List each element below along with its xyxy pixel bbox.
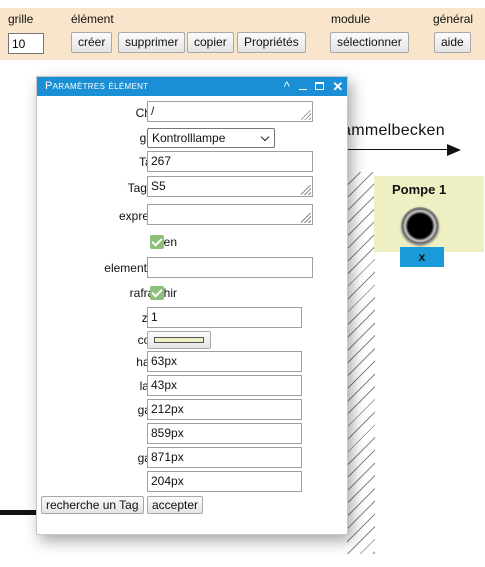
control-lamp-icon[interactable] xyxy=(401,207,439,245)
tag-id-field[interactable]: 267 xyxy=(147,151,313,172)
color-picker-button[interactable] xyxy=(147,331,211,349)
help-button[interactable]: aide xyxy=(434,32,471,53)
module-group-label: module xyxy=(331,12,371,26)
accept-button[interactable]: accepter xyxy=(147,496,204,514)
minimize-icon[interactable] xyxy=(296,77,310,96)
maximize-icon[interactable] xyxy=(313,77,327,96)
dialog-title: Paramètres élément xyxy=(45,80,149,92)
zindex-value: 1 xyxy=(151,310,158,324)
grid-size-input[interactable] xyxy=(8,33,44,54)
largeur-value: 43px xyxy=(151,378,178,392)
delete-button[interactable]: supprimer xyxy=(118,32,186,53)
sammelbecken-label: ammelbecken xyxy=(342,122,445,139)
resize-grip-icon[interactable] xyxy=(301,213,311,223)
lien-checkbox[interactable] xyxy=(150,235,164,249)
select-module-button[interactable]: sélectionner xyxy=(330,32,409,53)
chemin-field[interactable]: / xyxy=(147,101,313,122)
rafraichir-checkbox[interactable] xyxy=(150,286,164,300)
pump-element[interactable]: Pompe 1 xyxy=(374,176,484,252)
element-parameters-dialog: Paramètres élément ^ ✕ Chemin / groupe K… xyxy=(36,76,348,535)
gauche-2-value: 871px xyxy=(151,450,184,464)
properties-button[interactable]: Propriétés xyxy=(237,32,306,53)
zindex-field[interactable]: 1 xyxy=(147,307,302,328)
elementname-field[interactable] xyxy=(147,257,313,278)
tagname-field[interactable]: S5 xyxy=(147,176,313,197)
haut-2-value: 204px xyxy=(151,474,184,488)
search-tag-button[interactable]: recherche un Tag xyxy=(41,496,144,514)
close-icon[interactable]: ✕ xyxy=(331,77,345,96)
general-group-label: général xyxy=(433,12,474,26)
expression-field[interactable] xyxy=(147,204,313,225)
pump-title: Pompe 1 xyxy=(392,182,447,197)
gauche-2-field[interactable]: 871px xyxy=(147,447,302,468)
hauteur-value: 63px xyxy=(151,354,178,368)
chemin-value: / xyxy=(151,104,155,118)
pump-close-button[interactable]: x xyxy=(400,247,444,267)
flow-arrow-line xyxy=(343,149,449,150)
resize-grip-icon[interactable] xyxy=(301,185,311,195)
collapse-icon[interactable]: ^ xyxy=(280,77,294,96)
dialog-titlebar[interactable]: Paramètres élément ^ ✕ xyxy=(37,77,347,96)
element-group-label: élément xyxy=(71,12,114,26)
tag-id-value: 267 xyxy=(151,154,172,168)
top-toolbar: grille élément créer supprimer copier Pr… xyxy=(0,8,485,60)
gauche-field[interactable]: 212px xyxy=(147,399,302,420)
flow-arrow-head-icon xyxy=(447,144,461,156)
copy-button[interactable]: copier xyxy=(187,32,234,53)
pipe-line xyxy=(0,510,40,515)
tagname-value: S5 xyxy=(151,179,166,193)
resize-grip-icon[interactable] xyxy=(301,110,311,120)
haut-field[interactable]: 859px xyxy=(147,423,302,444)
chevron-down-icon xyxy=(260,132,270,142)
hauteur-field[interactable]: 63px xyxy=(147,351,302,372)
color-swatch xyxy=(154,337,204,343)
gauche-value: 212px xyxy=(151,402,184,416)
create-button[interactable]: créer xyxy=(71,32,113,53)
largeur-field[interactable]: 43px xyxy=(147,375,302,396)
haut-value: 859px xyxy=(151,426,184,440)
grid-label: grille xyxy=(8,12,34,26)
groupe-select[interactable]: Kontrolllampe xyxy=(147,128,275,148)
groupe-selected-value: Kontrolllampe xyxy=(152,131,226,145)
haut-2-field[interactable]: 204px xyxy=(147,471,302,492)
hatched-wall xyxy=(347,172,375,554)
